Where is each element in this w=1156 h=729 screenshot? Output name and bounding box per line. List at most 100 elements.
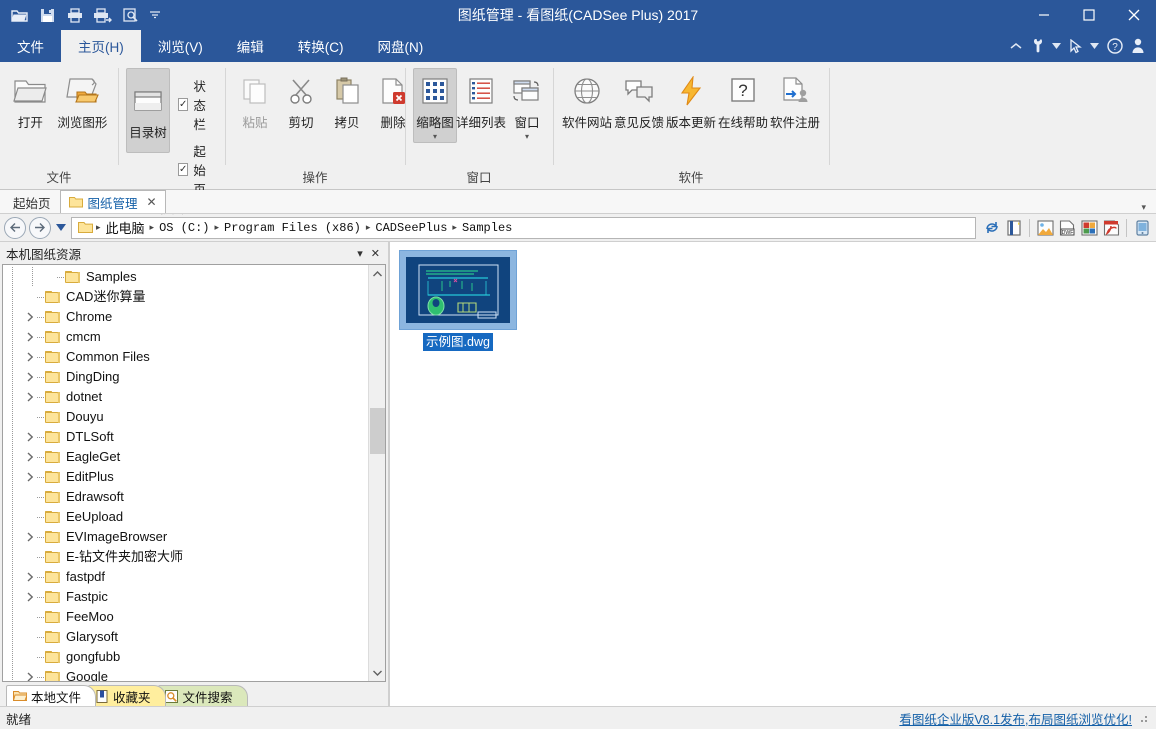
maximize-button[interactable]: [1066, 0, 1111, 30]
startpage-checkbox[interactable]: ✓: [178, 163, 189, 176]
quick-print-icon[interactable]: [90, 2, 116, 28]
tree-vertical-scrollbar[interactable]: [368, 265, 385, 681]
pointer-cursor-icon[interactable]: [1066, 33, 1085, 59]
doc-tabs-overflow-icon[interactable]: ▾: [1141, 202, 1156, 213]
tree-item[interactable]: FeeMoo: [3, 607, 368, 627]
tree-item[interactable]: EagleGet: [3, 447, 368, 467]
tree-item[interactable]: fastpdf: [3, 567, 368, 587]
software-register-button[interactable]: 软件注册: [769, 68, 821, 134]
tree-expander-icon[interactable]: [23, 667, 37, 681]
doc-tab-startpage[interactable]: 起始页: [4, 190, 60, 213]
tree-item[interactable]: Fastpic: [3, 587, 368, 607]
tree-item[interactable]: Google: [3, 667, 368, 681]
close-button[interactable]: [1111, 0, 1156, 30]
left-tab-file-search[interactable]: 文件搜索: [157, 685, 248, 706]
promo-link[interactable]: 看图纸企业版V8.1发布,布局图纸浏览优化!: [899, 709, 1136, 728]
window-arrange-caret-icon[interactable]: ▾: [525, 133, 529, 141]
open-button[interactable]: 打开: [8, 68, 53, 134]
print-icon[interactable]: [62, 2, 88, 28]
copy-button[interactable]: 拷贝: [325, 68, 369, 134]
tree-item[interactable]: EVImageBrowser: [3, 527, 368, 547]
software-website-button[interactable]: 软件网站: [561, 68, 613, 134]
online-help-button[interactable]: ? 在线帮助: [717, 68, 769, 134]
breadcrumb-item-2[interactable]: Program Files (x86): [220, 221, 365, 235]
tree-expander-icon[interactable]: [23, 387, 37, 407]
refresh-icon[interactable]: [982, 217, 1002, 239]
back-button[interactable]: [4, 216, 26, 239]
detail-list-button[interactable]: 详细列表: [456, 68, 506, 134]
tree-item[interactable]: EditPlus: [3, 467, 368, 487]
tree-item[interactable]: E-钻文件夹加密大师: [3, 547, 368, 567]
tree-item[interactable]: Douyu: [3, 407, 368, 427]
quick-access-dropdown-icon[interactable]: [146, 2, 164, 28]
tree-expander-icon[interactable]: [23, 447, 37, 467]
minimize-button[interactable]: [1021, 0, 1066, 30]
ribbon-tab-view[interactable]: 浏览(V): [141, 30, 220, 62]
doc-tab-drawing-manager[interactable]: 图纸管理 ✕: [59, 190, 166, 213]
mobile-icon[interactable]: [1132, 217, 1152, 239]
tree-expander-icon[interactable]: [23, 347, 37, 367]
tree-expander-icon[interactable]: [23, 527, 37, 547]
copy-path-icon[interactable]: [1004, 217, 1024, 239]
thumbnail-view-button[interactable]: 缩略图 ▾: [413, 68, 457, 143]
breadcrumb-item-4[interactable]: Samples: [458, 221, 516, 235]
tree-expander-icon[interactable]: [23, 567, 37, 587]
tree-item[interactable]: EeUpload: [3, 507, 368, 527]
pane-close-icon[interactable]: ✕: [371, 247, 380, 260]
tree-expander-icon[interactable]: [23, 367, 37, 387]
thumbnail-view-caret-icon[interactable]: ▾: [433, 133, 437, 141]
feedback-button[interactable]: 意见反馈: [613, 68, 665, 134]
statusbar-checkbox-row[interactable]: ✓ 状态栏: [178, 76, 213, 133]
folder-tree[interactable]: Samples CAD迷你算量 Chrome cmcm Common Files Ding…: [3, 265, 368, 681]
tree-item[interactable]: Edrawsoft: [3, 487, 368, 507]
resize-grip-icon[interactable]: [1136, 711, 1150, 725]
tree-expander-icon[interactable]: [23, 587, 37, 607]
account-icon[interactable]: [1128, 33, 1148, 59]
export-dwf-icon[interactable]: DWF: [1057, 217, 1077, 239]
file-item[interactable]: 示例图.dwg: [398, 250, 518, 351]
tree-item[interactable]: Common Files: [3, 347, 368, 367]
cut-button[interactable]: 剪切: [279, 68, 323, 134]
breadcrumb-item-1[interactable]: OS (C:): [155, 221, 213, 235]
left-tab-favorites[interactable]: 收藏夹: [88, 685, 166, 706]
tree-expander-icon[interactable]: [23, 307, 37, 327]
settings-wrench-icon[interactable]: [1027, 33, 1047, 59]
open-icon[interactable]: [6, 2, 32, 28]
scroll-down-button[interactable]: [369, 664, 386, 681]
breadcrumb-item-3[interactable]: CADSeePlus: [371, 221, 451, 235]
tree-item[interactable]: cmcm: [3, 327, 368, 347]
history-dropdown-icon[interactable]: [54, 224, 68, 231]
print-preview-icon[interactable]: [118, 2, 144, 28]
browse-drawing-button[interactable]: 浏览图形: [55, 68, 110, 134]
tree-item[interactable]: Glarysoft: [3, 627, 368, 647]
export-image-icon[interactable]: [1035, 217, 1055, 239]
tree-item[interactable]: Samples: [3, 267, 368, 287]
statusbar-checkbox[interactable]: ✓: [178, 98, 189, 111]
left-tab-local-files[interactable]: 本地文件: [6, 685, 97, 706]
tree-expander-icon[interactable]: [23, 327, 37, 347]
pane-menu-caret-icon[interactable]: ▾: [357, 247, 363, 260]
ribbon-tab-edit[interactable]: 编辑: [220, 30, 281, 62]
export-raster-icon[interactable]: [1079, 217, 1099, 239]
file-thumbnail[interactable]: [399, 250, 517, 330]
tree-item[interactable]: dotnet: [3, 387, 368, 407]
settings-caret-icon[interactable]: [1049, 33, 1064, 59]
save-icon[interactable]: [34, 2, 60, 28]
tree-item[interactable]: Chrome: [3, 307, 368, 327]
ribbon-tab-cloud[interactable]: 网盘(N): [361, 30, 441, 62]
scroll-thumb[interactable]: [369, 408, 385, 454]
ribbon-tab-file[interactable]: 文件: [0, 30, 61, 62]
scroll-up-button[interactable]: [369, 265, 386, 282]
tree-expander-icon[interactable]: [23, 467, 37, 487]
tree-expander-icon[interactable]: [23, 427, 37, 447]
ribbon-tab-home[interactable]: 主页(H): [61, 30, 141, 62]
scroll-track[interactable]: [369, 282, 386, 664]
ribbon-tab-convert[interactable]: 转换(C): [281, 30, 361, 62]
tree-item[interactable]: DingDing: [3, 367, 368, 387]
paste-button[interactable]: 粘贴: [233, 68, 277, 134]
pointer-caret-icon[interactable]: [1087, 33, 1102, 59]
doc-tab-close-icon[interactable]: ✕: [147, 195, 157, 209]
file-browser-content[interactable]: 示例图.dwg: [389, 242, 1156, 706]
export-pdf-icon[interactable]: [1101, 217, 1121, 239]
version-update-button[interactable]: 版本更新: [665, 68, 717, 134]
